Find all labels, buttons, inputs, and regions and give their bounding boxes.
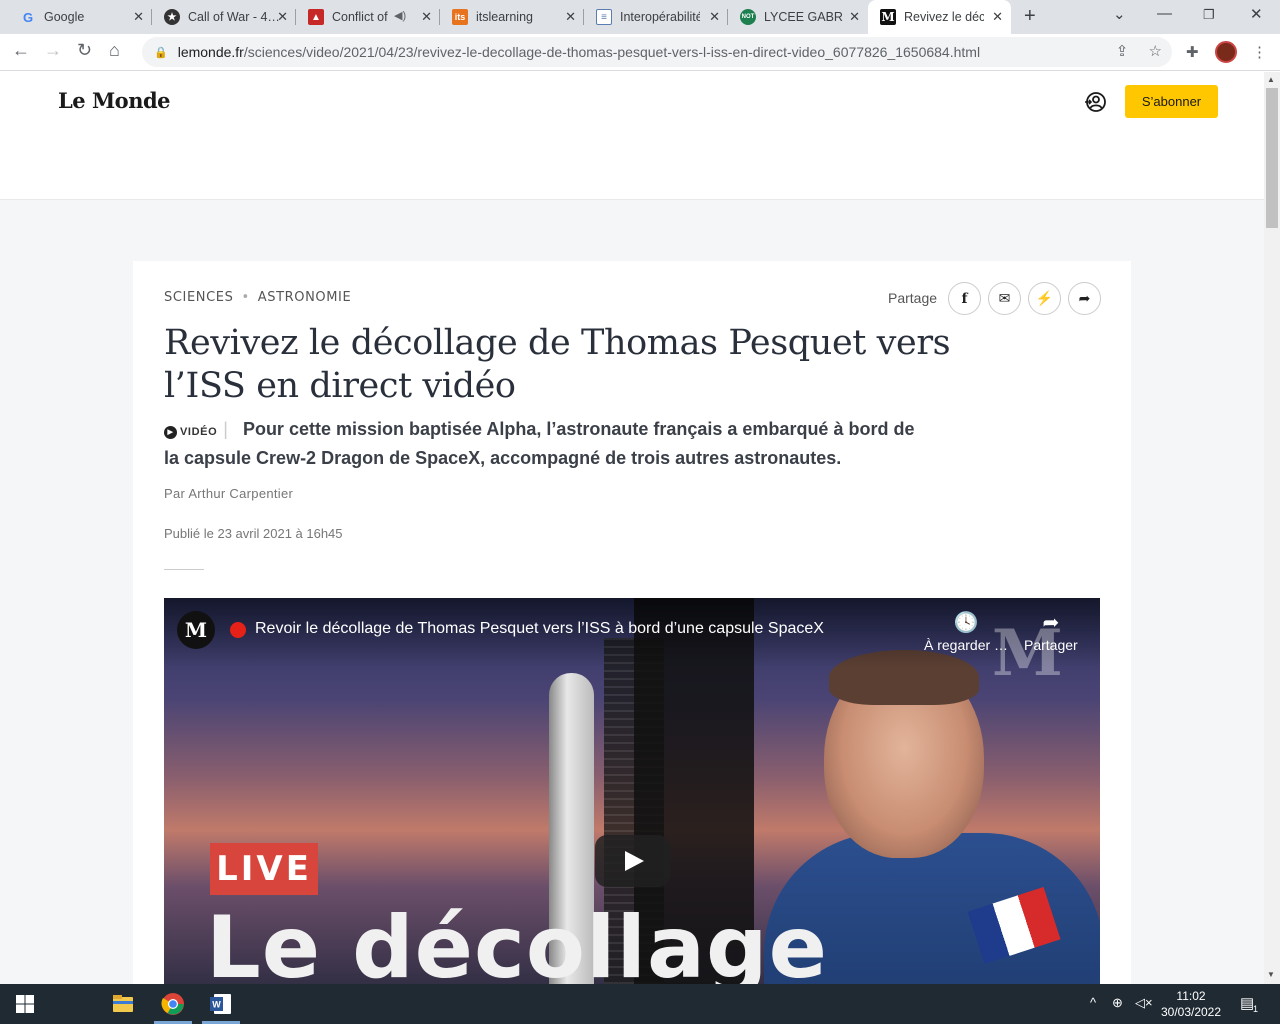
scroll-down-icon[interactable]: ▼ (1267, 970, 1275, 979)
tab-conflict-of-nations[interactable]: ▲ Conflict of ◀) ✕ (296, 0, 440, 34)
more-share-icon[interactable]: ➦ (1068, 282, 1101, 315)
home-icon[interactable]: ⌂ (109, 40, 120, 61)
tab-itslearning[interactable]: its itslearning ✕ (440, 0, 584, 34)
subscribe-button[interactable]: S’abonner (1125, 85, 1218, 118)
file-explorer-icon[interactable] (111, 992, 135, 1016)
article-title: Revivez le décollage de Thomas Pesquet v… (164, 323, 951, 406)
window-close-icon[interactable]: ✕ (1250, 5, 1263, 23)
not-icon: NOT (740, 9, 756, 25)
lock-icon[interactable]: 🔒 (154, 46, 168, 59)
close-icon[interactable]: ✕ (992, 9, 1003, 25)
star-icon: ★ (164, 9, 180, 25)
site-header: Le Monde S’abonner (0, 72, 1264, 200)
clock-icon: 🕓 (953, 612, 979, 634)
google-icon: G (22, 9, 34, 25)
close-icon[interactable]: ✕ (277, 9, 288, 25)
tab-lemonde-active[interactable]: M Revivez le déc ✕ (868, 0, 1011, 34)
play-button[interactable] (595, 835, 670, 887)
email-share-icon[interactable]: ✉ (988, 282, 1021, 315)
article-description: ▶ VIDÉO | Pour cette mission baptisée Alph… (164, 419, 915, 468)
subrubric-link[interactable]: ASTRONOMIE (258, 290, 352, 305)
tab-call-of-war[interactable]: ★ Call of War - 4… ✕ (152, 0, 296, 34)
rubric-link[interactable]: SCIENCES (164, 290, 233, 305)
browser-toolbar: ← → ↻ ⌂ 🔒 lemonde.fr/sciences/video/2021… (0, 34, 1280, 71)
notification-count: 1 (1253, 1004, 1259, 1014)
network-icon[interactable]: ⊕ (1112, 995, 1123, 1011)
video-title[interactable]: Revoir le décollage de Thomas Pesquet ve… (255, 620, 824, 638)
astronaut-image (764, 650, 1100, 984)
volume-muted-icon[interactable]: ◁× (1135, 995, 1153, 1011)
video-player[interactable]: M M Revoir le décollage de Thomas Pesque… (164, 598, 1100, 984)
article-author[interactable]: Par Arthur Carpentier (164, 486, 293, 501)
video-share-button[interactable]: ➦ Partager (1024, 610, 1078, 653)
browser-tab-bar: G Google ✕ ★ Call of War - 4… ✕ ▲ Confli… (0, 0, 1280, 34)
tray-chevron-icon[interactable]: ^ (1090, 995, 1096, 1010)
account-icon[interactable] (1084, 91, 1106, 113)
menu-icon[interactable]: ⋮ (1252, 43, 1267, 61)
speaker-icon[interactable]: ◀) (394, 9, 406, 22)
share-label: Partage (888, 290, 938, 306)
windows-taskbar: W ^ ⊕ ◁× 11:02 30/03/2022 ▤ 1 (0, 984, 1280, 1024)
site-logo[interactable]: Le Monde (58, 88, 171, 113)
web-page: Le Monde S’abonner SCIENCES • ASTRONOMIE P… (0, 72, 1264, 984)
word-icon[interactable]: W (209, 992, 233, 1016)
chrome-icon[interactable] (161, 992, 185, 1016)
play-icon: ▶ (164, 426, 177, 439)
back-icon[interactable]: ← (12, 40, 30, 61)
extensions-icon[interactable]: ✚ (1186, 43, 1199, 61)
taskbar-clock[interactable]: 11:02 30/03/2022 (1158, 988, 1224, 1020)
tab-interoperabilite[interactable]: ≡ Interopérabilité ✕ (584, 0, 728, 34)
lemonde-icon: M (880, 9, 896, 25)
divider (164, 569, 204, 570)
svg-text:W: W (212, 1000, 221, 1010)
scrollbar-thumb[interactable] (1266, 88, 1278, 228)
live-indicator-icon (230, 622, 246, 638)
tab-search-icon[interactable]: ⌄ (1113, 5, 1126, 23)
facebook-share-icon[interactable]: f (948, 282, 981, 315)
new-tab-icon[interactable]: + (1024, 5, 1036, 28)
tab-google[interactable]: G Google ✕ (8, 0, 152, 34)
live-badge: LIVE (210, 843, 318, 895)
tab-lycee-gabriel[interactable]: NOT LYCEE GABRIEL ✕ (728, 0, 868, 34)
doc-icon: ≡ (596, 9, 612, 25)
close-icon[interactable]: ✕ (421, 9, 432, 25)
address-bar[interactable]: 🔒 lemonde.fr/sciences/video/2021/04/23/r… (142, 37, 1172, 67)
messenger-share-icon[interactable]: ⚡ (1028, 282, 1061, 315)
share-page-icon[interactable]: ⇪ (1116, 43, 1129, 60)
close-icon[interactable]: ✕ (849, 9, 860, 25)
breadcrumb: SCIENCES • ASTRONOMIE (164, 290, 352, 305)
watch-later-button[interactable]: 🕓 À regarder … (924, 610, 1008, 653)
channel-logo[interactable]: M (177, 611, 215, 649)
video-overlay-text: Le décollage (206, 898, 828, 984)
video-badge: ▶ VIDÉO (164, 426, 217, 439)
publish-date: Publié le 23 avril 2021 à 16h45 (164, 526, 343, 541)
forward-icon[interactable]: → (44, 40, 62, 61)
game-icon: ▲ (308, 9, 324, 25)
profile-avatar[interactable] (1215, 41, 1237, 63)
close-icon[interactable]: ✕ (709, 9, 720, 25)
reload-icon[interactable]: ↻ (77, 40, 92, 61)
bookmark-star-icon[interactable]: ☆ (1149, 43, 1162, 60)
share-arrow-icon: ➦ (1042, 612, 1060, 634)
scroll-up-icon[interactable]: ▲ (1267, 75, 1275, 84)
restore-icon[interactable]: ❐ (1203, 7, 1215, 23)
its-icon: its (452, 9, 468, 25)
article-card: SCIENCES • ASTRONOMIE Partage f ✉ ⚡ ➦ Revi… (133, 261, 1131, 984)
minimize-icon[interactable]: — (1157, 5, 1172, 22)
close-icon[interactable]: ✕ (133, 9, 144, 25)
windows-start-icon[interactable] (13, 992, 37, 1016)
close-icon[interactable]: ✕ (565, 9, 576, 25)
page-scrollbar[interactable]: ▲ ▼ (1264, 72, 1280, 984)
